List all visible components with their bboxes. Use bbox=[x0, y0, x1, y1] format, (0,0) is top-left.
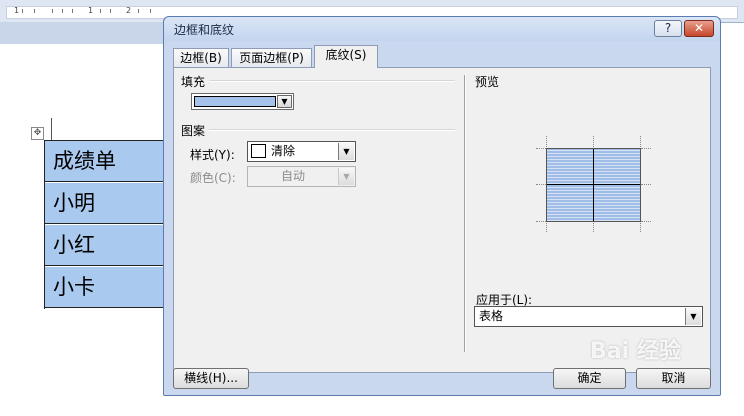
ok-button[interactable]: 确定 bbox=[553, 368, 626, 389]
tab-borders[interactable]: 边框(B) bbox=[173, 48, 229, 67]
toolbar-area bbox=[0, 22, 165, 45]
preview-inner-hline bbox=[547, 184, 640, 185]
preview-guide bbox=[536, 184, 546, 185]
preview-border-left bbox=[546, 148, 547, 222]
preview-cell bbox=[594, 185, 640, 221]
preview-guide bbox=[593, 136, 594, 147]
panel-separator bbox=[464, 75, 466, 352]
preview-guide bbox=[536, 221, 546, 222]
table-cell[interactable]: 成绩单 bbox=[45, 141, 163, 182]
preview-guide bbox=[546, 223, 547, 232]
table-border-line bbox=[51, 118, 52, 140]
pattern-style-value: 清除 bbox=[271, 144, 296, 158]
table-cell[interactable]: 小明 bbox=[45, 183, 163, 224]
ruler-number: 1 bbox=[14, 6, 20, 15]
ruler-tick bbox=[150, 9, 151, 13]
ruler-tick bbox=[100, 9, 101, 13]
preview-guide bbox=[640, 136, 641, 147]
table-cell[interactable]: 小卡 bbox=[45, 267, 163, 308]
preview-cell bbox=[547, 185, 593, 221]
ruler-tick bbox=[52, 9, 53, 13]
apply-to-combo[interactable]: 表格 ▼ bbox=[474, 306, 703, 327]
preview-border-top bbox=[547, 148, 640, 149]
fill-color-dropdown[interactable]: ▼ bbox=[191, 93, 294, 110]
pattern-group-line bbox=[206, 129, 455, 131]
pattern-color-value: 自动 bbox=[280, 169, 305, 183]
ruler-tick bbox=[110, 9, 111, 13]
dialog-title: 边框和底纹 bbox=[174, 23, 235, 37]
pattern-style-label: 样式(Y): bbox=[190, 148, 235, 162]
fill-color-swatch bbox=[194, 96, 276, 107]
chevron-down-icon[interactable]: ▼ bbox=[338, 168, 354, 185]
tab-shading[interactable]: 底纹(S) bbox=[314, 45, 378, 68]
ruler-tick bbox=[34, 9, 35, 13]
preview-border-right bbox=[640, 148, 641, 222]
tab-page-border[interactable]: 页面边框(P) bbox=[231, 48, 312, 67]
pattern-style-combo[interactable]: 清除 ▼ bbox=[247, 141, 356, 162]
fill-heading: 填充 bbox=[181, 73, 210, 90]
ruler-tick bbox=[62, 9, 63, 13]
preview-cell bbox=[594, 148, 640, 184]
preview-guide bbox=[536, 148, 546, 149]
table-move-handle-icon[interactable]: ✥ bbox=[31, 127, 44, 140]
dialog-titlebar[interactable]: 边框和底纹 ? ✕ bbox=[164, 17, 720, 41]
ruler-number: 1 bbox=[88, 6, 94, 15]
clear-pattern-icon bbox=[251, 144, 266, 158]
pattern-color-label: 颜色(C): bbox=[190, 171, 236, 185]
watermark-logo: Bai 经验 bbox=[590, 339, 681, 364]
preview-cell bbox=[547, 148, 593, 184]
ruler-tick bbox=[138, 9, 139, 13]
preview-heading: 预览 bbox=[475, 73, 504, 90]
table-cell[interactable]: 小红 bbox=[45, 225, 163, 266]
preview-guide bbox=[640, 223, 641, 232]
help-button[interactable]: ? bbox=[654, 20, 682, 37]
close-button[interactable]: ✕ bbox=[684, 20, 714, 37]
horizontal-line-button[interactable]: 横线(H)... bbox=[173, 368, 249, 389]
cancel-button[interactable]: 取消 bbox=[636, 368, 711, 389]
ruler-tick bbox=[22, 9, 23, 13]
preview-border-bottom bbox=[547, 221, 640, 222]
fill-group-line bbox=[202, 80, 455, 82]
apply-to-value: 表格 bbox=[479, 309, 504, 323]
preview-guide bbox=[546, 136, 547, 147]
pattern-color-combo[interactable]: 自动 ▼ bbox=[247, 166, 356, 187]
pattern-heading: 图案 bbox=[181, 122, 210, 139]
chevron-down-icon[interactable]: ▼ bbox=[338, 143, 354, 160]
preview-guide bbox=[593, 223, 594, 232]
preview-guide bbox=[641, 184, 651, 185]
preview-box[interactable] bbox=[536, 136, 652, 232]
preview-guide bbox=[641, 221, 651, 222]
ruler-number: 2 bbox=[126, 6, 132, 15]
ruler-tick bbox=[72, 9, 73, 13]
preview-guide bbox=[641, 148, 651, 149]
chevron-down-icon[interactable]: ▼ bbox=[685, 308, 701, 325]
chevron-down-icon[interactable]: ▼ bbox=[277, 95, 292, 108]
